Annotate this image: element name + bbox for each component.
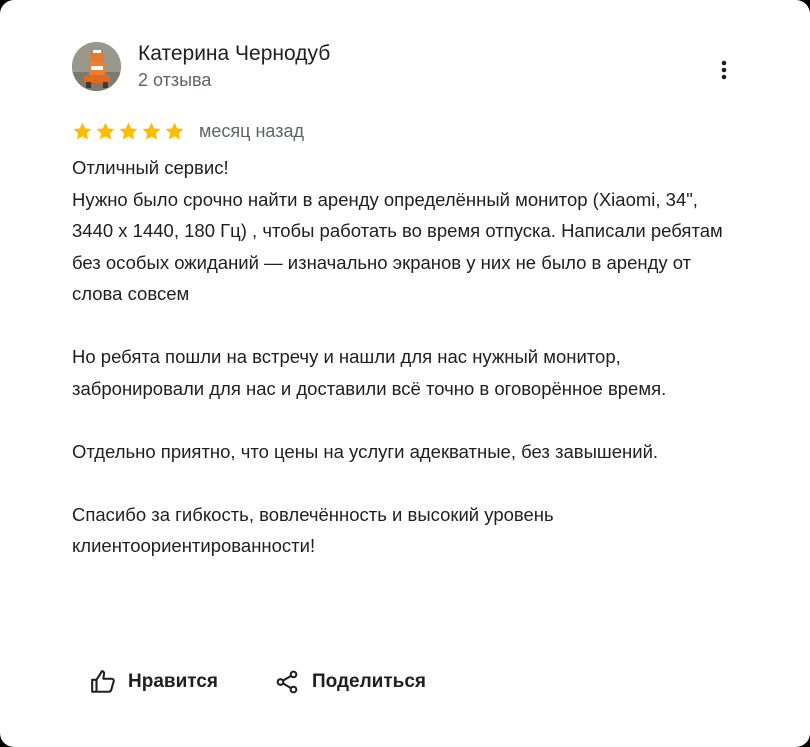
star-icon [165, 122, 184, 140]
star-icon [96, 122, 115, 140]
avatar-image [72, 42, 121, 91]
author-name[interactable]: Катерина Чернодуб [138, 40, 330, 68]
more-options-button[interactable] [708, 54, 740, 86]
author-reviews-count: 2 отзыва [138, 70, 212, 90]
star-icon [142, 122, 161, 140]
star-icon [73, 122, 92, 140]
star-icon [119, 122, 138, 140]
review-paragraph: Отличный сервис! [72, 157, 229, 178]
like-button[interactable]: Нравится [72, 658, 236, 706]
review-actions: Нравится Поделиться [72, 656, 444, 708]
review-paragraph: Нужно было срочно найти в аренду определ… [72, 188, 723, 305]
more-vertical-icon [721, 60, 727, 80]
share-button[interactable]: Поделиться [256, 658, 444, 706]
star-rating [72, 121, 185, 142]
rating-row: месяц назад [72, 118, 304, 144]
review-paragraph: Но ребята пошли на встречу и нашли для н… [72, 346, 667, 399]
review-time: месяц назад [199, 120, 304, 141]
review-card: Катерина Чернодуб 2 отзыва месяц назад О… [0, 0, 810, 747]
review-paragraph: Спасибо за гибкость, вовлечённость и выс… [72, 503, 554, 557]
review-paragraph: Отдельно приятно, что цены на услуги аде… [72, 440, 659, 462]
review-text: Отличный сервис! Нужно было срочно найти … [72, 152, 742, 562]
like-button-label: Нравится [128, 671, 218, 692]
avatar[interactable] [72, 42, 121, 91]
share-icon [274, 669, 300, 695]
thumb-up-icon [90, 669, 116, 695]
share-button-label: Поделиться [311, 671, 426, 692]
